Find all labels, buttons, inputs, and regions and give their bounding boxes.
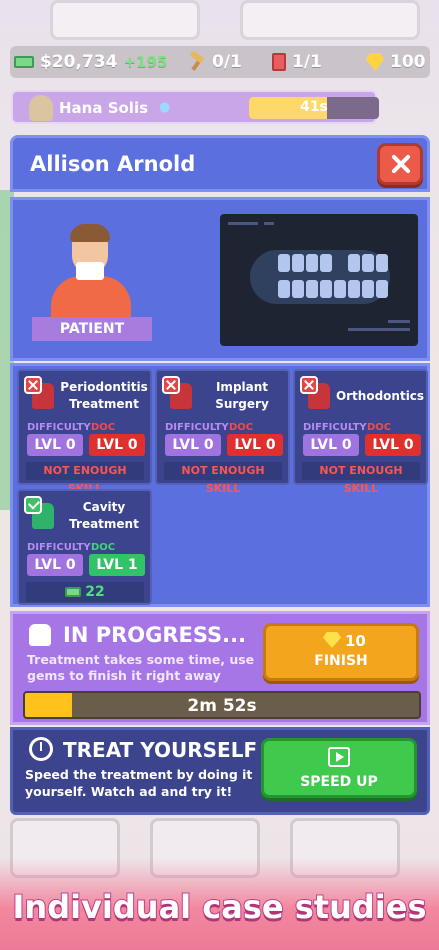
stopwatch-icon: [29, 737, 53, 761]
tooth-icon: [29, 624, 51, 646]
doctor-status-bar[interactable]: Hana Solis ● 41s: [11, 90, 379, 124]
cash-icon: [14, 56, 34, 68]
patient-name-title: Allison Arnold: [30, 152, 196, 176]
treat-yourself-panel: TREAT YOURSELF Speed the treatment by do…: [10, 727, 430, 815]
hammer-icon: [188, 53, 206, 71]
cash-counter: $20,734 +195: [14, 46, 167, 78]
not-enough-skill-warning: NOT ENOUGH SKILL: [302, 462, 420, 495]
promo-caption: Individual case studies: [12, 887, 428, 927]
treatment-progress-bar: 2m 52s: [23, 691, 421, 719]
cash-icon: [65, 587, 82, 597]
book-icon: [272, 53, 286, 71]
video-ad-icon: [328, 747, 350, 767]
patient-modal: Allison Arnold PATIENT Periodontitis Tre…: [10, 135, 430, 815]
not-enough-skill-warning: NOT ENOUGH SKILL: [26, 462, 144, 495]
time-remaining: 2m 52s: [187, 696, 257, 716]
gem-icon: [323, 632, 341, 648]
treatment-card-cavity[interactable]: Cavity Treatment DIFFICULTY DOC SKILL LV…: [17, 489, 152, 605]
treatment-card-orthodontics[interactable]: Orthodontics DIFFICULTY DOC SKILL LVL 0 …: [293, 369, 428, 495]
difficulty-level: LVL 0: [165, 434, 221, 456]
finish-gem-cost: 10: [345, 632, 366, 650]
in-progress-panel: IN PROGRESS... Treatment takes some time…: [10, 611, 430, 725]
tools-counter: 0/1: [188, 46, 242, 78]
doctor-name: Hana Solis: [59, 99, 149, 117]
locked-x-icon: [300, 376, 318, 394]
speed-up-button[interactable]: SPEED UP: [261, 738, 417, 798]
treatment-card-periodontitis[interactable]: Periodontitis Treatment DIFFICULTY DOC S…: [17, 369, 152, 495]
treat-yourself-description: Speed the treatment by doing it yourself…: [25, 767, 253, 799]
not-enough-skill-warning: NOT ENOUGH SKILL: [164, 462, 282, 495]
gem-icon: [366, 53, 384, 71]
books-counter: 1/1: [272, 46, 322, 78]
doc-skill-level: LVL 0: [89, 434, 145, 456]
gems-counter: 100: [366, 46, 426, 78]
reward-amount: 22: [85, 584, 105, 600]
cash-gain: +195: [123, 53, 168, 71]
locked-x-icon: [24, 376, 42, 394]
close-button[interactable]: [377, 143, 423, 185]
difficulty-level: LVL 0: [303, 434, 359, 456]
modal-header: Allison Arnold: [10, 135, 430, 192]
resource-bar: $20,734 +195 0/1 1/1 100: [10, 46, 430, 78]
xray-image: [220, 214, 418, 346]
treatments-grid: Periodontitis Treatment DIFFICULTY DOC S…: [10, 363, 430, 607]
locked-x-icon: [162, 376, 180, 394]
progress-description: Treatment takes some time, use gems to f…: [27, 652, 255, 683]
doc-skill-level: LVL 0: [227, 434, 283, 456]
doctor-timer: 41s: [249, 97, 379, 119]
patient-avatar: [51, 224, 131, 320]
doctor-tooth-icon: ●: [159, 100, 171, 115]
treatment-card-implant[interactable]: Implant Surgery DIFFICULTY DOC SKILL LVL…: [155, 369, 290, 495]
doctor-avatar: [29, 95, 53, 121]
patient-panel: PATIENT: [10, 197, 430, 361]
finish-button[interactable]: 10 FINISH: [263, 623, 419, 681]
difficulty-level: LVL 0: [27, 434, 83, 456]
progress-title: IN PROGRESS...: [63, 623, 247, 647]
treat-yourself-title: TREAT YOURSELF: [63, 738, 258, 762]
patient-label: PATIENT: [32, 317, 152, 341]
available-check-icon: [24, 496, 42, 514]
doc-skill-level: LVL 0: [365, 434, 421, 456]
difficulty-level: LVL 0: [27, 554, 83, 576]
reward: 22: [26, 582, 144, 602]
doc-skill-level: LVL 1: [89, 554, 145, 576]
